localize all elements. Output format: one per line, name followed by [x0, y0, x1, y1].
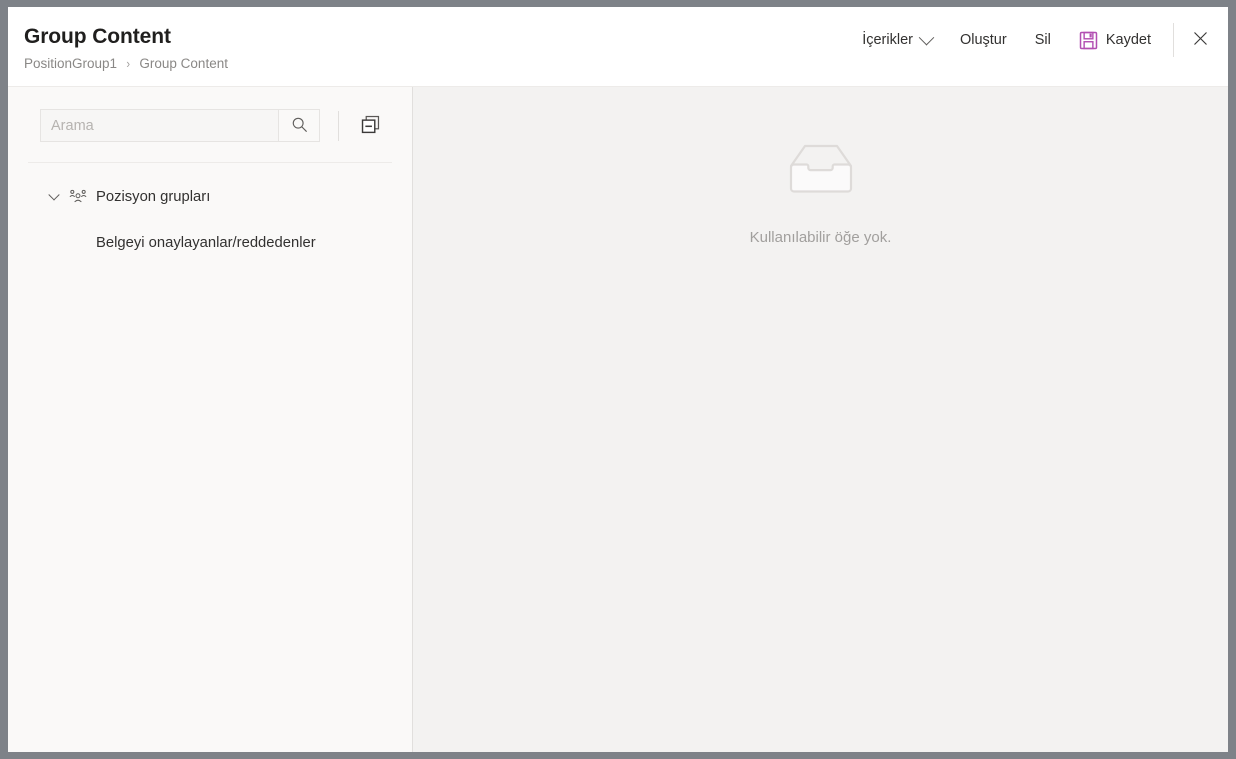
header-command-bar: İçerikler Oluştur Sil Kaydet — [848, 7, 1228, 73]
search-input[interactable] — [41, 110, 278, 141]
people-group-icon — [69, 188, 87, 206]
toolbar-divider — [338, 111, 339, 141]
tree-node-label: Pozisyon grupları — [96, 188, 210, 206]
chevron-down-icon[interactable] — [48, 191, 60, 203]
group-tree: Pozisyon grupları Belgeyi onaylayanlar/r… — [8, 163, 412, 752]
search-button[interactable] — [278, 110, 319, 141]
header-title-area: Group Content PositionGroup1 › Group Con… — [8, 7, 228, 72]
search-toolbar — [8, 87, 412, 142]
page-header: Group Content PositionGroup1 › Group Con… — [8, 7, 1228, 87]
contents-dropdown-button[interactable]: İçerikler — [848, 24, 946, 56]
empty-state: Kullanılabilir öğe yok. — [750, 142, 892, 246]
contents-dropdown-label: İçerikler — [862, 32, 913, 48]
save-button[interactable]: Kaydet — [1065, 23, 1165, 58]
right-panel: Kullanılabilir öğe yok. — [413, 87, 1228, 752]
page-title: Group Content — [24, 24, 228, 50]
search-icon — [291, 116, 308, 136]
page-body: Pozisyon grupları Belgeyi onaylayanlar/r… — [8, 87, 1228, 752]
tree-node-position-groups[interactable]: Pozisyon grupları — [8, 181, 412, 213]
collapse-all-button[interactable] — [355, 111, 385, 141]
create-button-label: Oluştur — [960, 32, 1007, 48]
empty-state-message: Kullanılabilir öğe yok. — [750, 229, 892, 246]
chevron-down-icon — [919, 29, 935, 45]
collapse-all-icon — [361, 115, 380, 137]
empty-inbox-tray-icon — [783, 142, 859, 203]
floppy-disk-save-icon — [1079, 31, 1098, 50]
application-window: Group Content PositionGroup1 › Group Con… — [8, 7, 1228, 752]
left-panel: Pozisyon grupları Belgeyi onaylayanlar/r… — [8, 87, 413, 752]
close-button[interactable] — [1182, 22, 1218, 58]
header-divider — [8, 86, 1228, 87]
breadcrumb-item-current: Group Content — [139, 55, 228, 72]
search-box — [40, 109, 320, 142]
save-button-label: Kaydet — [1106, 32, 1151, 48]
breadcrumb-separator-icon: › — [126, 55, 130, 72]
delete-button[interactable]: Sil — [1021, 24, 1065, 56]
breadcrumb-item-parent[interactable]: PositionGroup1 — [24, 55, 117, 72]
command-bar-divider — [1173, 23, 1174, 57]
tree-item-label: Belgeyi onaylayanlar/reddedenler — [96, 235, 316, 251]
breadcrumb: PositionGroup1 › Group Content — [24, 55, 228, 72]
create-button[interactable]: Oluştur — [946, 24, 1021, 56]
tree-item-document-approvers[interactable]: Belgeyi onaylayanlar/reddedenler — [8, 227, 412, 259]
close-icon — [1193, 31, 1208, 49]
delete-button-label: Sil — [1035, 32, 1051, 48]
